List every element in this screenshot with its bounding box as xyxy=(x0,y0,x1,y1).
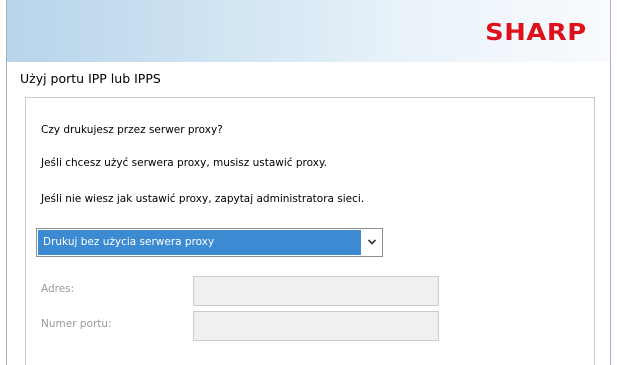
proxy-mode-dropdown[interactable]: Drukuj bez użycia serwera proxy xyxy=(36,228,383,257)
proxy-mode-selected-value: Drukuj bez użycia serwera proxy xyxy=(38,230,361,255)
address-input[interactable] xyxy=(193,276,439,306)
installer-window: SHARP Użyj portu IPP lub IPPS Czy drukuj… xyxy=(6,0,611,365)
sharp-logo: SHARP xyxy=(485,20,587,46)
port-number-input[interactable] xyxy=(193,311,439,341)
page-title: Użyj portu IPP lub IPPS xyxy=(20,71,161,86)
proxy-info-text: Jeśli chcesz użyć serwera proxy, musisz … xyxy=(41,157,328,169)
port-number-label: Numer portu: xyxy=(41,318,112,330)
address-label: Adres: xyxy=(41,283,75,295)
chevron-down-icon xyxy=(367,239,377,245)
header-banner: SHARP xyxy=(7,0,610,62)
proxy-question-text: Czy drukujesz przez serwer proxy? xyxy=(41,124,223,136)
admin-info-text: Jeśli nie wiesz jak ustawić proxy, zapyt… xyxy=(41,193,365,205)
